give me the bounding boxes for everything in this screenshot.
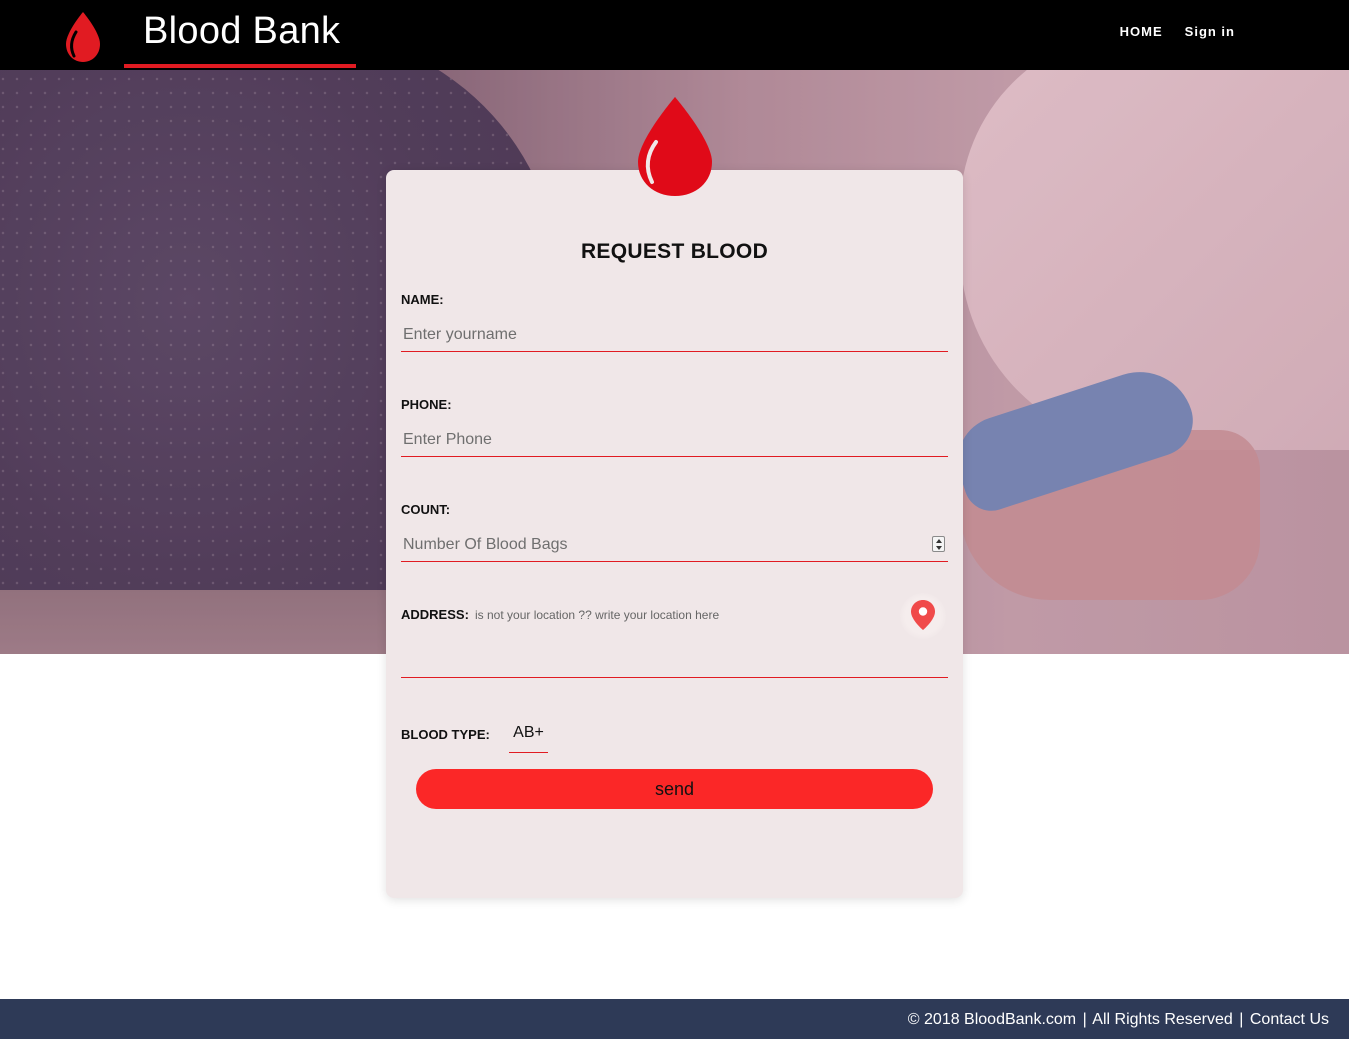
location-button[interactable] (900, 593, 946, 639)
footer-separator: | (1082, 1011, 1087, 1028)
count-stepper[interactable] (932, 536, 945, 552)
brand-title[interactable]: Blood Bank (143, 10, 340, 53)
blood-bag-count-input[interactable] (401, 528, 948, 562)
blood-type-label: BLOOD TYPE: (401, 727, 490, 742)
footer-text: © 2018 BloodBank.com | All Rights Reserv… (908, 1011, 1329, 1029)
navbar: Blood Bank HOME Sign in (0, 0, 1349, 70)
blood-drop-icon (66, 12, 100, 62)
phone-input[interactable] (401, 423, 948, 457)
footer-rights: All Rights Reserved (1092, 1011, 1233, 1028)
blood-type-select[interactable]: AB+ (509, 718, 548, 753)
send-button[interactable]: send (416, 769, 933, 809)
address-label: ADDRESS: (401, 607, 469, 622)
footer: © 2018 BloodBank.com | All Rights Reserv… (0, 999, 1349, 1039)
address-hint: is not your location ?? write your locat… (475, 608, 720, 622)
name-input[interactable] (401, 318, 948, 352)
address-input[interactable] (401, 644, 948, 678)
form-title: REQUEST BLOOD (580, 240, 769, 263)
stepper-up-icon[interactable] (936, 539, 942, 543)
footer-copyright: © 2018 BloodBank.com (907, 1011, 1077, 1028)
stepper-down-icon[interactable] (936, 546, 942, 550)
phone-label: PHONE: (401, 397, 452, 412)
nav-links: HOME Sign in (1120, 24, 1235, 39)
count-label: COUNT: (401, 502, 451, 517)
brand-underline (124, 64, 356, 68)
request-blood-form: REQUEST BLOOD NAME: PHONE: COUNT: ADDRES… (386, 170, 963, 898)
footer-separator: | (1239, 1011, 1244, 1028)
form-blood-drop-icon (638, 97, 712, 196)
map-pin-icon (911, 600, 935, 630)
name-label: NAME: (401, 292, 444, 307)
nav-home-link[interactable]: HOME (1120, 24, 1163, 39)
nav-sign-in-link[interactable]: Sign in (1185, 24, 1235, 39)
contact-us-link[interactable]: Contact Us (1250, 1011, 1329, 1028)
